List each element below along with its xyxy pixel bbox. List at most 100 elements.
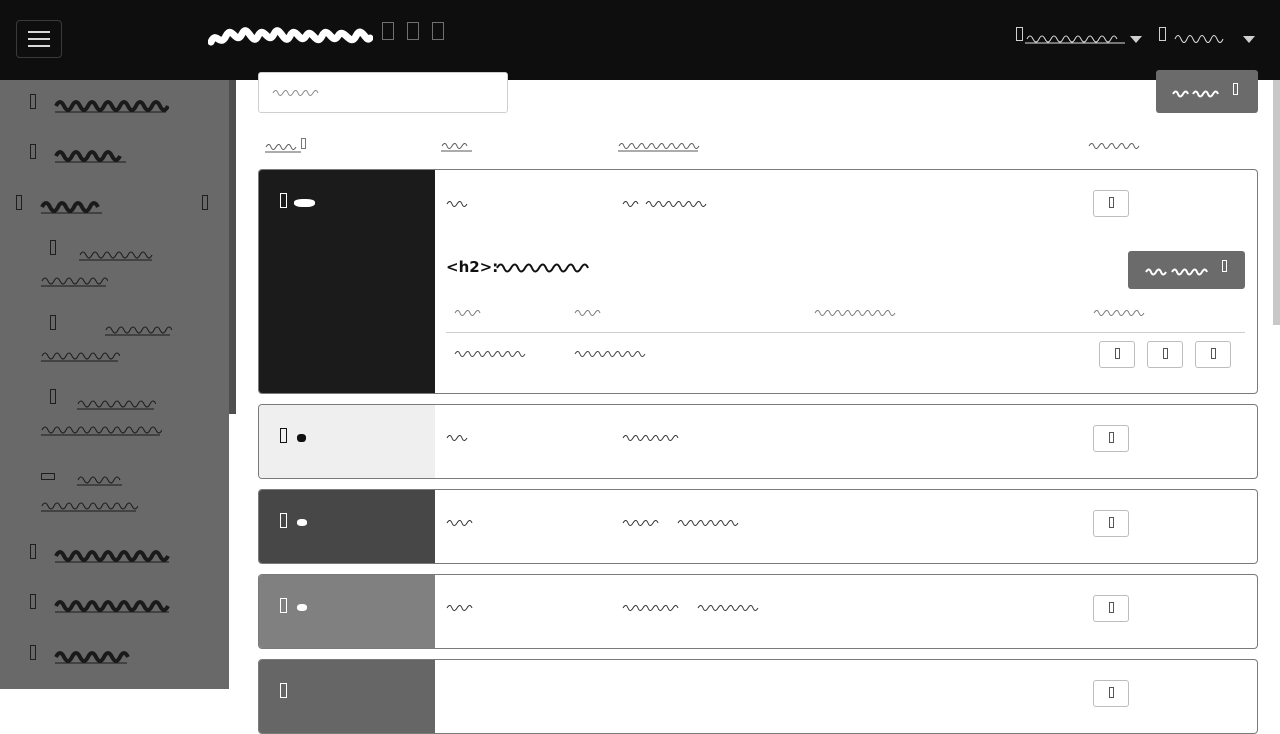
brand-logo[interactable] xyxy=(208,24,373,54)
row-action-button[interactable] xyxy=(1093,510,1129,537)
sidebar-subitem-label xyxy=(41,426,162,436)
row-badge xyxy=(297,604,307,611)
subrow-delete-button[interactable] xyxy=(1195,341,1231,368)
hamburger-menu-button[interactable] xyxy=(16,20,62,58)
subtable-header-label xyxy=(814,310,896,316)
add-detail-label xyxy=(1145,268,1208,276)
row-cell-text xyxy=(446,520,473,526)
edit-icon xyxy=(1163,348,1168,359)
row-badge xyxy=(297,434,306,442)
sort-icon xyxy=(301,138,306,149)
column-header-sortable[interactable] xyxy=(265,138,306,157)
row-action-button[interactable] xyxy=(1093,425,1129,452)
add-button[interactable] xyxy=(1156,70,1258,113)
sidebar-item-label xyxy=(54,150,126,163)
row-cell-text xyxy=(446,435,468,441)
sidebar-subitem-label xyxy=(41,502,138,512)
plus-icon xyxy=(1233,83,1238,95)
subrow-view-button[interactable] xyxy=(1099,341,1135,368)
nav-icon xyxy=(30,94,36,109)
row-status-cell xyxy=(259,490,435,563)
sidebar-subitem-label xyxy=(77,476,122,486)
user-name xyxy=(1174,35,1224,43)
expand-icon[interactable] xyxy=(280,513,287,528)
subtable-header-label xyxy=(574,310,601,316)
table-row[interactable] xyxy=(258,574,1258,649)
nav-icon xyxy=(50,240,56,255)
sidebar-item-label xyxy=(54,100,169,113)
sidebar-subitem-label xyxy=(41,277,108,287)
sidebar-subitem-label xyxy=(105,326,172,336)
table-row-expanded[interactable]: <h2>: xyxy=(258,169,1258,394)
top-navbar xyxy=(0,0,1280,80)
globe-icon xyxy=(1016,27,1023,41)
subtable-divider xyxy=(446,332,1245,333)
sidebar-item-label xyxy=(40,201,102,214)
subtable-header-label xyxy=(1093,310,1145,316)
trash-icon xyxy=(1211,348,1216,359)
chevron-down-icon xyxy=(202,195,208,210)
row-cell-text xyxy=(446,605,473,611)
language-label xyxy=(1025,35,1125,44)
detail-heading-prefix: <h2>: xyxy=(446,258,499,276)
chevron-down-icon xyxy=(1243,36,1255,43)
subtable-cell-text xyxy=(574,351,646,357)
nav-icon xyxy=(30,544,36,559)
table-row[interactable] xyxy=(258,489,1258,564)
detail-heading xyxy=(496,263,589,273)
nav-icon xyxy=(30,645,36,660)
sidebar-item-label xyxy=(54,600,170,613)
add-button-label xyxy=(1172,90,1219,98)
table-row[interactable] xyxy=(258,404,1258,479)
edit-icon xyxy=(1109,517,1114,528)
sidebar xyxy=(0,80,229,689)
search-input[interactable] xyxy=(258,72,508,113)
nav-icon xyxy=(50,315,56,330)
file-icon xyxy=(41,473,55,480)
column-header-label[interactable] xyxy=(618,140,700,152)
nav-icon xyxy=(50,389,56,404)
row-action-button[interactable] xyxy=(1093,595,1129,622)
hamburger-line xyxy=(28,38,50,40)
sidebar-scrollbar[interactable] xyxy=(229,80,236,414)
sidebar-item-label xyxy=(54,651,130,664)
expand-icon[interactable] xyxy=(280,428,287,443)
edit-icon xyxy=(1109,602,1114,613)
nav-icon[interactable] xyxy=(407,22,419,40)
nav-icon xyxy=(30,594,36,609)
row-action-button[interactable] xyxy=(1093,190,1129,217)
user-icon xyxy=(1159,27,1166,41)
hamburger-line xyxy=(28,45,50,47)
row-badge xyxy=(297,519,307,526)
row-action-button[interactable] xyxy=(1093,680,1129,707)
row-status-cell xyxy=(259,575,435,648)
main-scrollbar[interactable] xyxy=(1273,80,1280,325)
row-badge xyxy=(294,199,315,207)
eye-icon xyxy=(1115,348,1120,359)
hamburger-line xyxy=(28,31,50,33)
column-header-label xyxy=(265,144,301,153)
nav-icon[interactable] xyxy=(382,22,394,40)
sidebar-subitem-label xyxy=(79,251,153,261)
sidebar-subitem-label xyxy=(41,352,120,362)
search-placeholder xyxy=(272,90,319,96)
expand-icon[interactable] xyxy=(280,598,287,613)
sidebar-subitem-label xyxy=(77,400,156,410)
nav-icon xyxy=(30,144,36,159)
chevron-down-icon xyxy=(1130,36,1142,43)
add-detail-button[interactable] xyxy=(1128,251,1245,289)
row-status-cell xyxy=(259,660,435,733)
row-status-cell xyxy=(259,405,435,478)
plus-icon xyxy=(1222,260,1227,272)
table-row[interactable] xyxy=(258,659,1258,734)
subrow-edit-button[interactable] xyxy=(1147,341,1183,368)
row-status-cell xyxy=(259,170,435,393)
nav-icon[interactable] xyxy=(432,22,444,40)
edit-icon xyxy=(1109,432,1114,443)
expand-icon[interactable] xyxy=(280,683,287,698)
column-header-label[interactable] xyxy=(441,140,473,152)
edit-icon xyxy=(1109,197,1114,208)
sidebar-item-label xyxy=(54,550,170,563)
column-header-label xyxy=(1088,143,1140,149)
expand-icon[interactable] xyxy=(280,193,287,208)
